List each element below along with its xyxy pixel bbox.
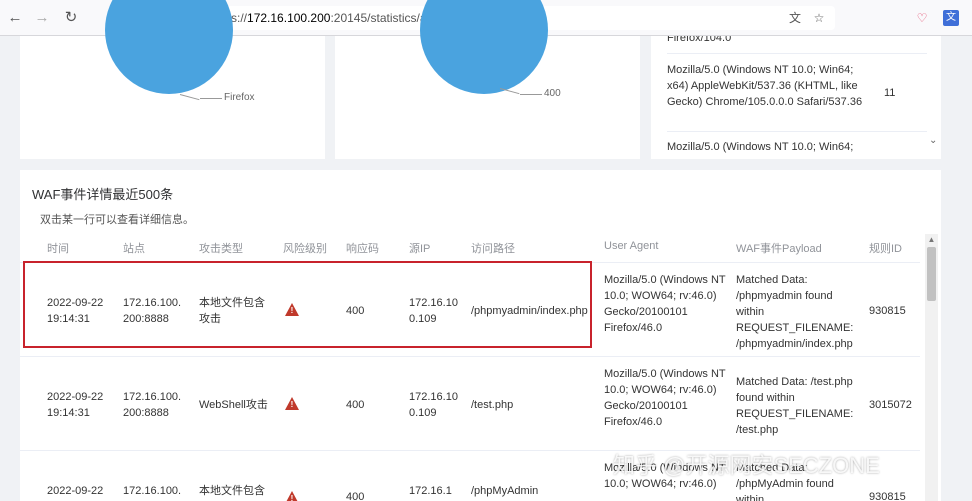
cell-user-agent: Mozilla/5.0 (Windows NT 10.0; WOW64; rv:… [604,274,726,334]
table-row[interactable]: 2022-09-22 19:14:31 172.16.100.200:8888 … [20,356,920,450]
bookmark-star-icon[interactable]: ☆ [811,10,827,26]
cell-rule-id: 930815 [869,305,906,317]
column-header-risk-level[interactable]: 风险级别 [283,240,327,256]
watermark: 知乎 @开源网安SECZONE [613,453,880,478]
panel-title: WAF事件详情最近500条 [32,187,174,202]
divider [667,53,927,54]
warning-icon: ! [285,491,299,501]
column-header-time[interactable]: 时间 [47,240,69,256]
translate-extension-icon[interactable]: 文 [943,10,959,26]
cell-time: 2022-09-22 19:14:31 [47,391,104,419]
ua-count: 11 [884,87,896,99]
pie-label: Firefox [224,92,255,103]
response-code-pie-card: 400 [335,0,640,159]
divider [667,131,927,132]
cell-attack-type: 本地文件包含 [199,485,265,497]
column-header-rule-id[interactable]: 规则ID [869,240,902,256]
cell-site: 172.16.100.200:8888 [123,391,182,419]
reload-icon[interactable]: ↻ [62,9,80,27]
column-header-payload[interactable]: WAF事件Payload [736,240,822,256]
panel-hint: 双击某一行可以查看详细信息。 [40,214,194,226]
pie-chart [420,0,548,94]
chevron-down-icon[interactable]: ⌄ [929,135,937,146]
cell-response-code: 400 [346,399,365,411]
scroll-up-icon[interactable]: ▲ [925,234,938,246]
column-header-response-code[interactable]: 响应码 [346,240,379,256]
cell-time: 2022-09-22 [47,485,104,497]
cell-source-ip: 172.16.100.109 [409,391,458,419]
ua-list-item: Firefox/104.0 [667,36,732,44]
cell-rule-id: 930815 [869,491,906,501]
translate-icon[interactable]: 文 [787,10,803,26]
table-header: 时间 站点 攻击类型 风险级别 响应码 源IP 访问路径 User Agent … [20,234,920,260]
cell-rule-id: 3015072 [869,399,912,411]
highlight-box [23,261,592,348]
ua-list-item: Mozilla/5.0 (Windows NT 10.0; Win64; [667,141,854,153]
pie-leader-line [200,98,222,99]
cell-path: /phpMyAdmin [471,485,539,497]
cell-response-code: 400 [346,491,365,501]
user-agent-list-card: Firefox/104.0 Mozilla/5.0 (Windows NT 10… [651,36,941,159]
pie-leader-line [520,94,542,95]
pocket-icon[interactable]: ♡ [914,10,930,26]
cell-attack-type: WebShell攻击 [199,399,268,411]
column-header-user-agent[interactable]: User Agent [604,240,658,252]
pie-chart [105,0,233,94]
cell-payload: Matched Data: /test.php found within REQ… [736,376,854,436]
column-header-attack-type[interactable]: 攻击类型 [199,240,243,256]
column-header-site[interactable]: 站点 [123,240,145,256]
column-header-path[interactable]: 访问路径 [471,240,515,256]
browser-pie-card: Firefox [20,0,325,159]
cell-site: 172.16.100. [123,485,182,497]
column-header-source-ip[interactable]: 源IP [409,240,430,256]
cell-payload: Matched Data: /phpmyadmin found within R… [736,274,854,350]
pie-leader-line [179,94,200,101]
ua-list-item: Mozilla/5.0 (Windows NT 10.0; Win64; x64… [667,64,863,108]
scrollbar-thumb[interactable] [927,247,936,301]
warning-icon: ! [285,397,299,410]
forward-arrow-icon[interactable]: → [33,9,51,27]
pie-label: 400 [544,88,561,99]
cell-user-agent: Mozilla/5.0 (Windows NT 10.0; WOW64; rv:… [604,368,726,428]
cell-path: /test.php [471,399,514,411]
back-arrow-icon[interactable]: ← [6,9,24,27]
cell-source-ip: 172.16.1 [409,485,452,497]
table-scrollbar[interactable]: ▲ [925,234,938,501]
